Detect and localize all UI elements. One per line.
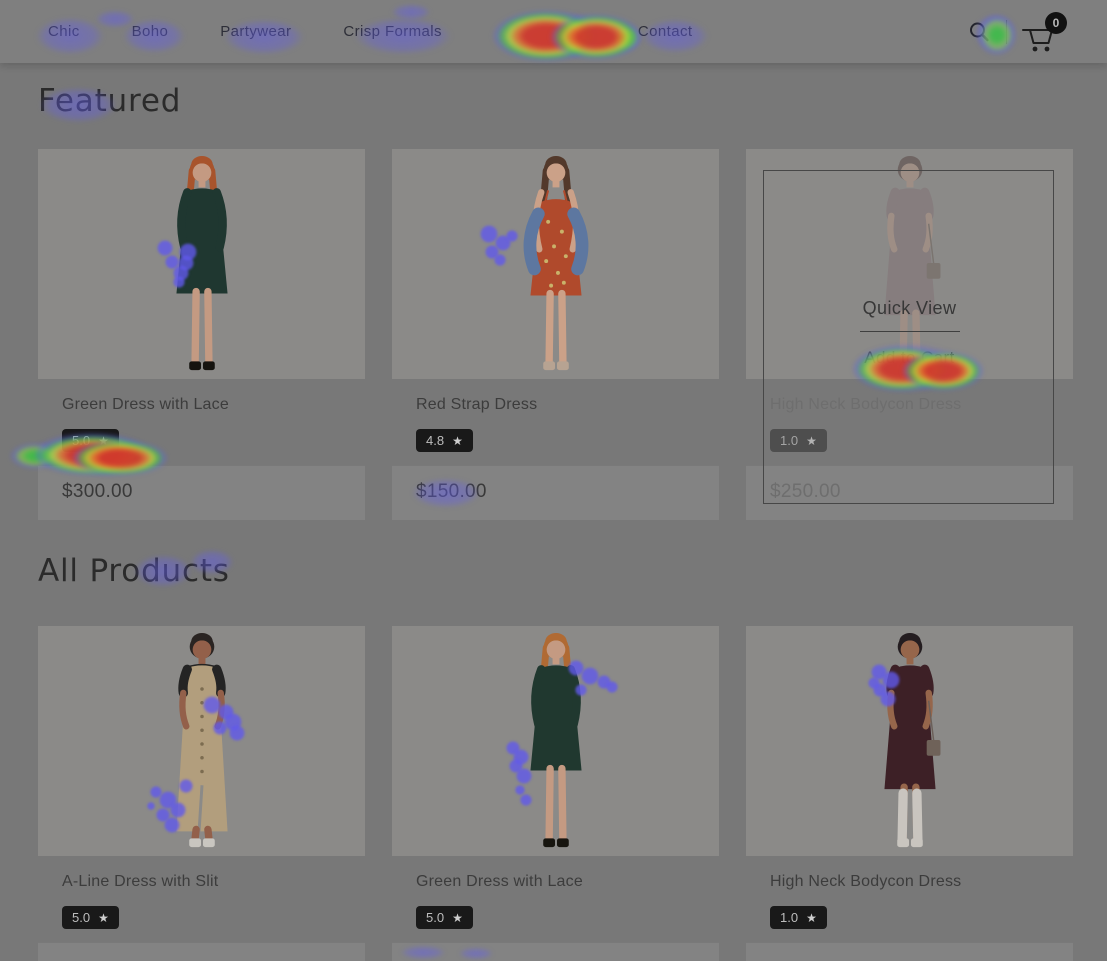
all-products-heading: All Products [38,553,230,589]
product-footer [746,942,1073,961]
search-icon[interactable] [966,19,992,45]
nav-divider [1006,19,1007,44]
product-card[interactable]: Green Dress with Lace 5.0 ★ [392,626,719,961]
product-footer: $150.00 [392,465,719,520]
rating-value: 4.8 [426,433,445,448]
product-card[interactable]: Quick View Add to Cart High Neck Bodycon D… [746,149,1073,520]
product-footer: $250.00 [746,465,1073,520]
rating-badge: 1.0 ★ [770,906,827,929]
product-info: Red Strap Dress 4.8 ★ [392,379,719,465]
product-photo[interactable] [392,626,719,856]
add-to-cart-button[interactable]: Add to Cart [864,348,954,368]
rating-badge: 5.0 ★ [62,906,119,929]
product-card[interactable]: A-Line Dress with Slit 5.0 ★ [38,626,365,961]
nav-item-obscured[interactable] [494,23,586,41]
product-title: Green Dress with Lace [62,396,229,413]
nav-item-crisp-formals[interactable]: Crisp Formals [343,23,442,40]
star-icon: ★ [806,910,817,925]
star-icon: ★ [806,433,817,448]
quick-view-button[interactable]: Quick View [863,298,957,319]
rating-value: 5.0 [72,433,91,448]
nav-actions: 0 [966,10,1067,54]
nav-item-partywear[interactable]: Partywear [220,23,291,40]
product-info: High Neck Bodycon Dress 1.0 ★ [746,379,1073,465]
product-photo[interactable] [746,626,1073,856]
all-products-grid: A-Line Dress with Slit 5.0 ★ Green Dress wi… [38,626,1073,961]
product-title: Red Strap Dress [416,396,538,413]
product-info: A-Line Dress with Slit 5.0 ★ [38,856,365,942]
product-footer: $300.00 [38,465,365,520]
product-photo[interactable] [392,149,719,379]
main-nav: Chic Boho Partywear Crisp Formals Contac… [48,23,692,41]
rating-value: 5.0 [72,910,91,925]
product-card[interactable]: Red Strap Dress 4.8 ★ $150.00 [392,149,719,520]
featured-grid: Green Dress with Lace 5.0 ★ $300.00 Red Stra… [38,149,1073,520]
product-price: $150.00 [416,481,487,502]
cart-button[interactable]: 0 [1021,10,1067,54]
hover-actions: Quick View Add to Cart [746,149,1073,368]
quick-view-underline [859,331,960,332]
rating-badge: 1.0 ★ [770,429,827,452]
product-card[interactable]: High Neck Bodycon Dress 1.0 ★ [746,626,1073,961]
product-title: A-Line Dress with Slit [62,873,219,890]
nav-item-contact[interactable]: Contact [638,23,693,40]
product-footer [392,942,719,961]
product-photo[interactable] [38,149,365,379]
product-footer [38,942,365,961]
product-price: $300.00 [62,481,133,502]
product-title: High Neck Bodycon Dress [770,873,962,890]
nav-item-boho[interactable]: Boho [132,23,169,40]
rating-value: 5.0 [426,910,445,925]
rating-value: 1.0 [780,910,799,925]
product-price: $250.00 [770,481,841,502]
product-photo[interactable] [38,626,365,856]
top-nav-bar: Chic Boho Partywear Crisp Formals Contac… [0,0,1107,63]
star-icon: ★ [98,433,109,448]
star-icon: ★ [452,910,463,925]
page-content: Featured Green Dress with Lace 5.0 ★ $300.0… [0,83,1107,961]
nav-item-chic[interactable]: Chic [48,23,80,40]
star-icon: ★ [98,910,109,925]
featured-heading: Featured [38,83,182,119]
product-title: High Neck Bodycon Dress [770,396,962,413]
rating-badge: 5.0 ★ [62,429,119,452]
cart-count-badge: 0 [1045,11,1067,34]
product-info: Green Dress with Lace 5.0 ★ [38,379,365,465]
product-info: Green Dress with Lace 5.0 ★ [392,856,719,942]
rating-badge: 5.0 ★ [416,906,473,929]
rating-badge: 4.8 ★ [416,429,473,452]
product-title: Green Dress with Lace [416,873,583,890]
product-card[interactable]: Green Dress with Lace 5.0 ★ $300.00 [38,149,365,520]
rating-value: 1.0 [780,433,799,448]
star-icon: ★ [452,433,463,448]
product-info: High Neck Bodycon Dress 1.0 ★ [746,856,1073,942]
